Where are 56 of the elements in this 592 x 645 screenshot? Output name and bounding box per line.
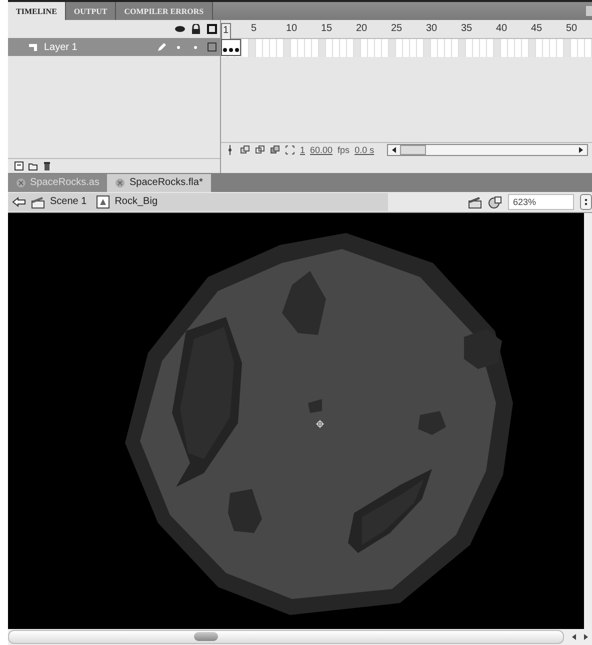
document-tab-label[interactable]: SpaceRocks.fla*	[129, 177, 203, 188]
trash-icon[interactable]	[42, 161, 52, 171]
zoom-field[interactable]: 623%	[508, 194, 574, 210]
layer-row[interactable]: Layer 1	[8, 38, 220, 56]
visibility-dot[interactable]	[177, 46, 180, 48]
layer-icon	[28, 42, 38, 52]
zoom-stepper[interactable]	[580, 194, 592, 210]
frame-number: 45	[531, 23, 542, 34]
scroll-thumb[interactable]	[400, 145, 426, 155]
folder-icon[interactable]	[28, 161, 38, 171]
onion-skin-icon[interactable]	[240, 145, 250, 155]
new-layer-icon[interactable]	[14, 161, 24, 171]
edit-multiple-icon[interactable]	[270, 145, 280, 155]
scroll-right-icon[interactable]	[577, 146, 585, 154]
clapperboard-icon	[31, 194, 45, 209]
lock-icon[interactable]	[191, 24, 201, 34]
scroll-thumb[interactable]	[194, 632, 218, 641]
layer-name[interactable]: Layer 1	[44, 42, 151, 52]
timeline-scrollbar[interactable]	[387, 144, 588, 156]
horizontal-scrollbar[interactable]	[8, 628, 592, 645]
scroll-right-icon[interactable]	[582, 632, 590, 641]
frame-number: 50	[566, 23, 578, 34]
frame-number: 10	[286, 23, 298, 34]
back-arrow-icon[interactable]	[12, 196, 26, 207]
eye-icon[interactable]	[175, 24, 185, 34]
frame-rate[interactable]: 60.00	[310, 145, 333, 155]
panel-tab[interactable]: OUTPUT	[66, 2, 116, 20]
pencil-icon	[157, 42, 167, 52]
lock-dot[interactable]	[194, 46, 197, 48]
frame-number: 25	[391, 23, 402, 34]
edit-scene-icon[interactable]	[468, 194, 482, 209]
scroll-left-icon[interactable]	[390, 146, 398, 154]
frame-number: 40	[496, 23, 508, 34]
current-frame[interactable]: 1	[300, 145, 306, 155]
close-icon[interactable]	[16, 178, 26, 188]
panel-tab[interactable]: TIMELINE	[8, 2, 66, 20]
symbol-icon	[96, 194, 110, 209]
frame-rate-unit: fps	[338, 145, 350, 155]
panel-tab[interactable]: COMPILER ERRORS	[116, 2, 213, 20]
markers-icon[interactable]	[285, 145, 295, 155]
frame-number: 5	[251, 23, 257, 34]
elapsed-time[interactable]: 0.0 s	[354, 145, 374, 155]
breadcrumb-link[interactable]: Scene 1	[50, 196, 87, 208]
breadcrumb-link[interactable]: Rock_Big	[114, 196, 158, 208]
frame-number: 15	[321, 23, 332, 34]
document-tab[interactable]: SpaceRocks.fla*	[107, 174, 211, 192]
keyframe-dots-icon	[221, 39, 241, 56]
vertical-scrollbar[interactable]	[584, 212, 592, 629]
scroll-left-icon[interactable]	[570, 632, 578, 641]
frame-number: 35	[461, 23, 472, 34]
edit-symbol-icon[interactable]	[488, 194, 502, 209]
frame-number: 30	[426, 23, 438, 34]
close-icon[interactable]	[115, 178, 126, 188]
frame-number: 1	[221, 23, 231, 40]
frame-number: 20	[356, 23, 368, 34]
onion-outline-icon[interactable]	[255, 145, 265, 155]
